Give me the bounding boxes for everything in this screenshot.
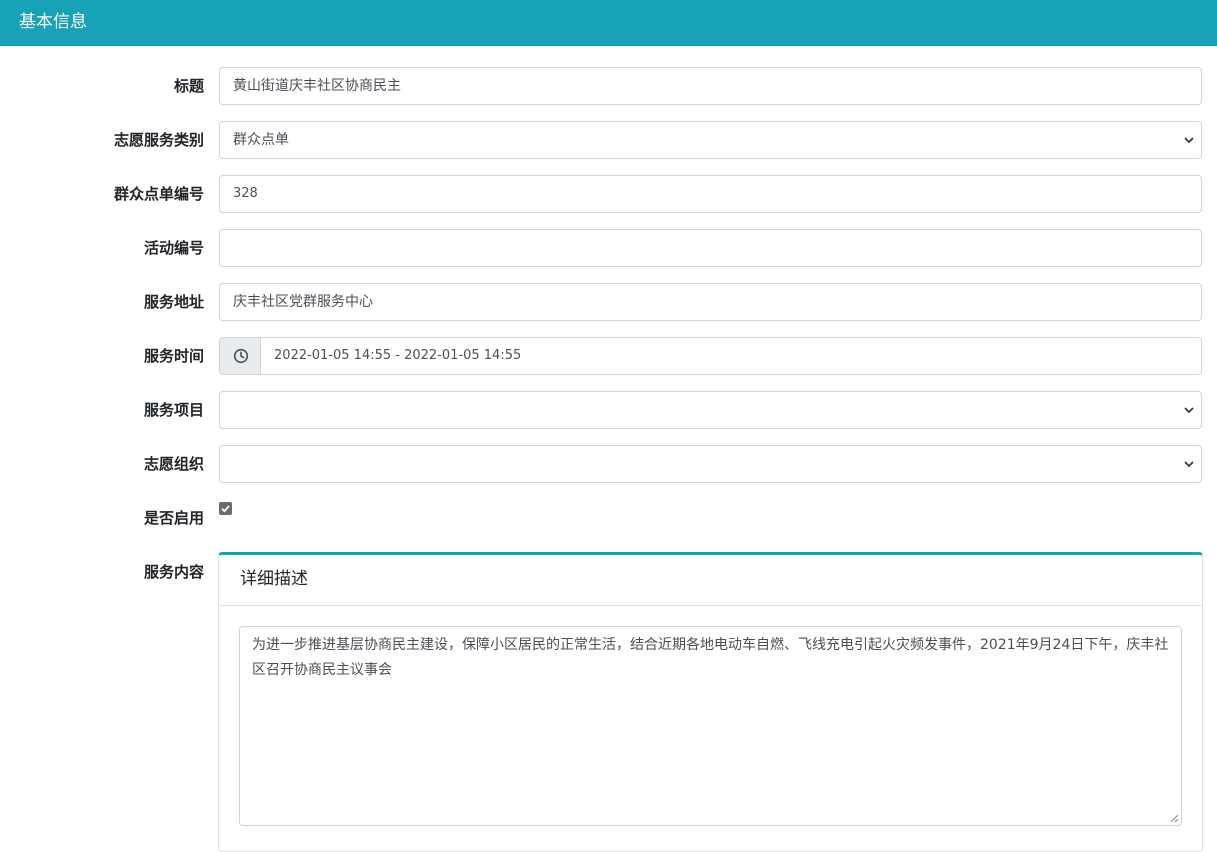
description-text: 为进一步推进基层协商民主建设，保障小区居民的正常生活，结合近期各地电动车自燃、飞…: [252, 637, 1169, 678]
enabled-label: 是否启用: [143, 509, 204, 527]
category-selected-value: 群众点单: [233, 132, 289, 148]
chevron-down-icon: [1184, 407, 1194, 414]
time-label: 服务时间: [143, 347, 204, 365]
organization-label: 志愿组织: [143, 455, 204, 473]
organization-select[interactable]: [219, 445, 1202, 483]
chevron-down-icon: [1184, 137, 1194, 144]
divider: [219, 605, 1202, 606]
project-select[interactable]: [219, 391, 1202, 429]
category-select[interactable]: 群众点单: [219, 121, 1202, 159]
content-label: 服务内容: [143, 563, 204, 581]
address-label: 服务地址: [143, 293, 204, 311]
resize-handle-icon[interactable]: [1170, 814, 1179, 823]
activity-no-input[interactable]: [219, 229, 1202, 267]
description-card: 详细描述 为进一步推进基层协商民主建设，保障小区居民的正常生活，结合近期各地电动…: [218, 552, 1203, 852]
category-label: 志愿服务类别: [113, 131, 204, 149]
title-input[interactable]: 黄山街道庆丰社区协商民主: [219, 67, 1202, 105]
form-row-address: 服务地址 庆丰社区党群服务中心: [0, 283, 1217, 321]
section-header: 基本信息: [0, 0, 1217, 46]
form-row-time: 服务时间 2022-01-05 14:55 - 2022-01-05 14:55: [0, 337, 1217, 375]
address-input[interactable]: 庆丰社区党群服务中心: [219, 283, 1202, 321]
project-label: 服务项目: [143, 401, 204, 419]
time-addon: [219, 337, 261, 375]
description-textarea[interactable]: 为进一步推进基层协商民主建设，保障小区居民的正常生活，结合近期各地电动车自燃、飞…: [239, 626, 1182, 826]
enabled-checkbox[interactable]: [219, 502, 232, 515]
form-row-category: 志愿服务类别 群众点单: [0, 121, 1217, 159]
form-row-enabled: 是否启用: [0, 499, 1217, 537]
check-icon: [221, 505, 230, 513]
time-range-input[interactable]: 2022-01-05 14:55 - 2022-01-05 14:55: [260, 337, 1202, 375]
description-card-title: 详细描述: [240, 569, 308, 589]
form-row-title: 标题 黄山街道庆丰社区协商民主: [0, 67, 1217, 105]
form-row-project: 服务项目: [0, 391, 1217, 429]
order-no-input[interactable]: 328: [219, 175, 1202, 213]
form-row-order-no: 群众点单编号 328: [0, 175, 1217, 213]
form-row-organization: 志愿组织: [0, 445, 1217, 483]
activity-no-label: 活动编号: [143, 239, 204, 257]
section-title: 基本信息: [19, 12, 87, 32]
chevron-down-icon: [1184, 461, 1194, 468]
title-label: 标题: [173, 77, 204, 95]
order-no-label: 群众点单编号: [113, 185, 204, 203]
clock-icon: [233, 348, 249, 364]
form-row-activity-no: 活动编号: [0, 229, 1217, 267]
